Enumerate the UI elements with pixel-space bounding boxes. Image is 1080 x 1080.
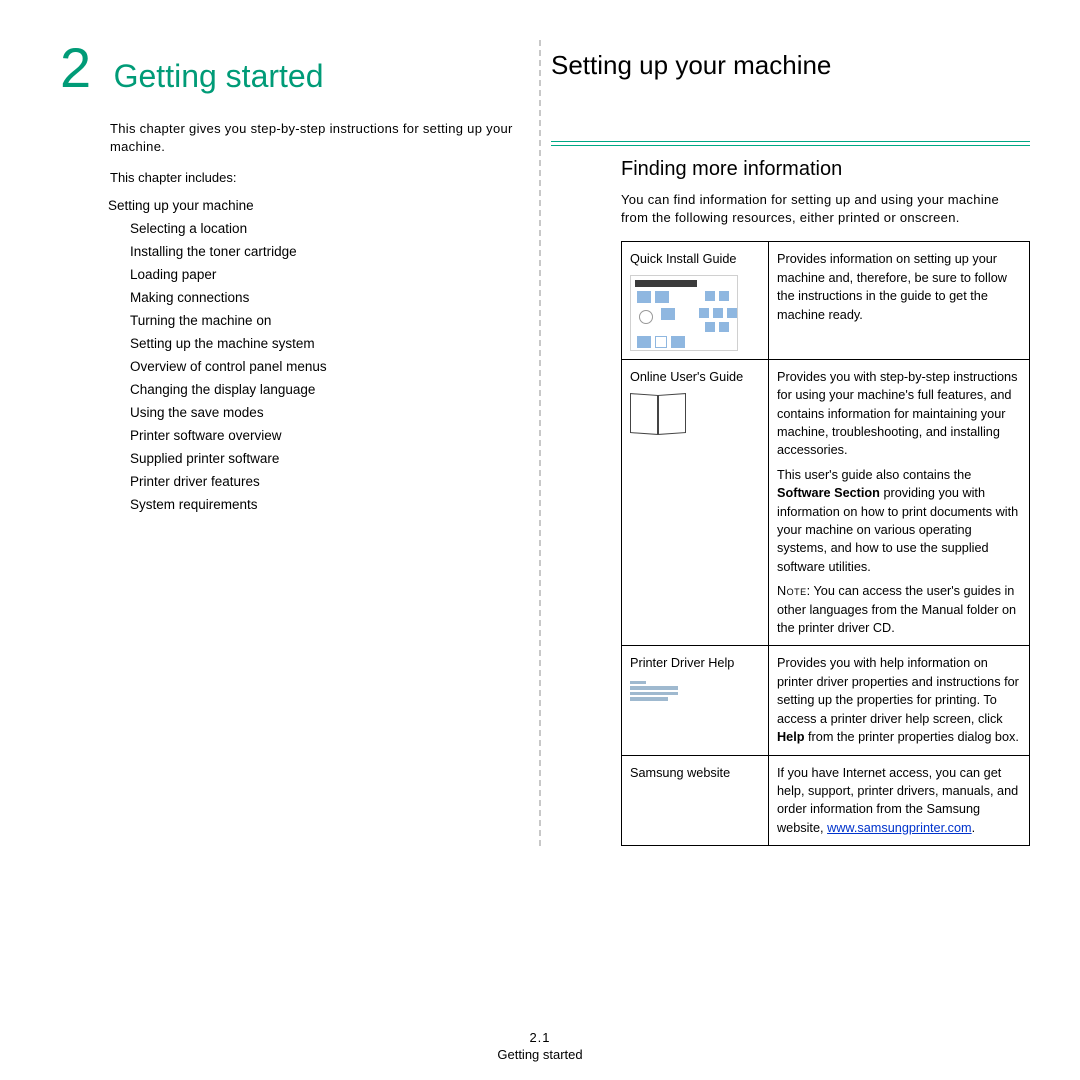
resource-label-cell: Samsung website [622, 755, 769, 846]
spacer [551, 111, 1030, 141]
toc-item: Loading paper [130, 264, 519, 287]
book-icon [630, 394, 686, 434]
toc-item: Printer software overview [130, 425, 519, 448]
resource-label-cell: Quick Install Guide [622, 242, 769, 359]
toc-item: Installing the toner cartridge [130, 241, 519, 264]
table-row: Online User's Guide Provides you with st… [622, 359, 1030, 646]
bold-text: Help [777, 730, 805, 744]
samsung-website-link[interactable]: www.samsungprinter.com [827, 821, 972, 835]
two-column-layout: 2 Getting started This chapter gives you… [30, 40, 1050, 846]
chapter-header: 2 Getting started [40, 40, 519, 96]
chapter-includes: This chapter includes: [110, 170, 519, 185]
resource-label-cell: Printer Driver Help [622, 646, 769, 755]
table-row: Quick Install Guide [622, 242, 1030, 359]
chapter-intro: This chapter gives you step-by-step inst… [110, 120, 519, 156]
toc-item: Using the save modes [130, 402, 519, 425]
left-column: 2 Getting started This chapter gives you… [30, 40, 539, 846]
note-label: Note [777, 584, 807, 598]
table-row: Printer Driver Help Provides you with he… [622, 646, 1030, 755]
resource-desc: Provides information on setting up your … [777, 252, 1007, 321]
text: This user's guide also contains the [777, 468, 971, 482]
resource-note: Note: You can access the user's guides i… [777, 582, 1021, 637]
help-dialog-icon [630, 681, 690, 701]
right-column: Setting up your machine Finding more inf… [541, 40, 1050, 846]
subsection-title: Finding more information [621, 158, 1030, 181]
resource-desc-cell: Provides information on setting up your … [769, 242, 1030, 359]
section-body: Finding more information You can find in… [551, 158, 1030, 846]
resource-desc-cell: Provides you with help information on pr… [769, 646, 1030, 755]
toc-item: Making connections [130, 287, 519, 310]
toc-item: Changing the display language [130, 379, 519, 402]
toc-item: Supplied printer software [130, 448, 519, 471]
page: 2 Getting started This chapter gives you… [0, 0, 1080, 1080]
toc-root: Setting up your machine [108, 195, 519, 218]
resource-label: Printer Driver Help [630, 654, 760, 672]
section-title: Setting up your machine [551, 50, 1030, 81]
resource-label: Samsung website [630, 766, 730, 780]
chapter-title: Getting started [114, 58, 324, 95]
quick-install-guide-icon [630, 275, 738, 351]
resources-table: Quick Install Guide [621, 241, 1030, 846]
resource-label-cell: Online User's Guide [622, 359, 769, 646]
text: from the printer properties dialog box. [805, 730, 1019, 744]
section-rule [551, 141, 1030, 146]
page-number: 2.1 [0, 1030, 1080, 1045]
chapter-number: 2 [60, 40, 91, 96]
page-footer: 2.1 Getting started [0, 1030, 1080, 1062]
toc: Setting up your machine Selecting a loca… [108, 195, 519, 516]
note-text: : You can access the user's guides in ot… [777, 584, 1016, 635]
resource-desc-cell: Provides you with step-by-step instructi… [769, 359, 1030, 646]
toc-item: Selecting a location [130, 218, 519, 241]
resource-desc: This user's guide also contains the Soft… [777, 466, 1021, 576]
bold-text: Software Section [777, 486, 880, 500]
text: Provides you with help information on pr… [777, 656, 1019, 725]
toc-item: Printer driver features [130, 471, 519, 494]
toc-item: Overview of control panel menus [130, 356, 519, 379]
footer-section: Getting started [0, 1047, 1080, 1062]
resource-desc-cell: If you have Internet access, you can get… [769, 755, 1030, 846]
table-row: Samsung website If you have Internet acc… [622, 755, 1030, 846]
text: . [972, 821, 976, 835]
subsection-lead: You can find information for setting up … [621, 191, 1030, 227]
toc-item: Turning the machine on [130, 310, 519, 333]
resource-label: Quick Install Guide [630, 250, 760, 268]
toc-item: Setting up the machine system [130, 333, 519, 356]
toc-item: System requirements [130, 494, 519, 517]
resource-desc: Provides you with step-by-step instructi… [777, 368, 1021, 460]
resource-label: Online User's Guide [630, 368, 760, 386]
